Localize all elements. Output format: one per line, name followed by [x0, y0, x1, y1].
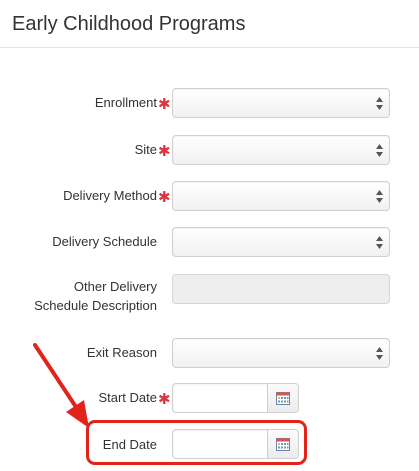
delivery-schedule-select[interactable]	[172, 227, 390, 257]
calendar-icon	[276, 438, 290, 451]
site-select[interactable]	[172, 135, 390, 165]
enrollment-label: Enrollment	[94, 95, 157, 110]
start-date-field[interactable]	[172, 383, 299, 413]
up-down-arrows-icon	[376, 144, 383, 157]
delivery-method-label: Delivery Method	[63, 188, 157, 203]
up-down-arrows-icon	[376, 347, 383, 360]
calendar-icon	[276, 392, 290, 405]
other-delivery-schedule-field	[172, 274, 390, 304]
end-date-input[interactable]	[173, 430, 269, 458]
site-label: Site	[134, 142, 157, 157]
other-delivery-schedule-label-line-1: Other Delivery	[73, 279, 157, 294]
start-date-input[interactable]	[173, 384, 269, 412]
exit-reason-label: Exit Reason	[86, 345, 157, 360]
end-date-field[interactable]	[172, 429, 299, 459]
other-delivery-schedule-label: Other Delivery Schedule Description	[0, 277, 157, 315]
up-down-arrows-icon	[376, 97, 383, 110]
end-date-calendar-button[interactable]	[267, 430, 298, 458]
start-date-label: Start Date	[98, 390, 157, 405]
start-date-calendar-button[interactable]	[267, 384, 298, 412]
enrollment-required-mark: ✱	[158, 96, 171, 113]
site-required-mark: ✱	[158, 143, 171, 160]
page-title: Early Childhood Programs	[12, 13, 246, 35]
start-date-required-mark: ✱	[158, 391, 171, 408]
delivery-method-required-mark: ✱	[158, 189, 171, 206]
delivery-method-select[interactable]	[172, 181, 390, 211]
exit-reason-select[interactable]	[172, 338, 390, 368]
up-down-arrows-icon	[376, 236, 383, 249]
title-divider	[0, 47, 419, 48]
other-delivery-schedule-label-line-2: Schedule Description	[34, 298, 157, 313]
end-date-label: End Date	[102, 437, 157, 452]
up-down-arrows-icon	[376, 190, 383, 203]
enrollment-select[interactable]	[172, 88, 390, 118]
delivery-schedule-label: Delivery Schedule	[52, 234, 157, 249]
